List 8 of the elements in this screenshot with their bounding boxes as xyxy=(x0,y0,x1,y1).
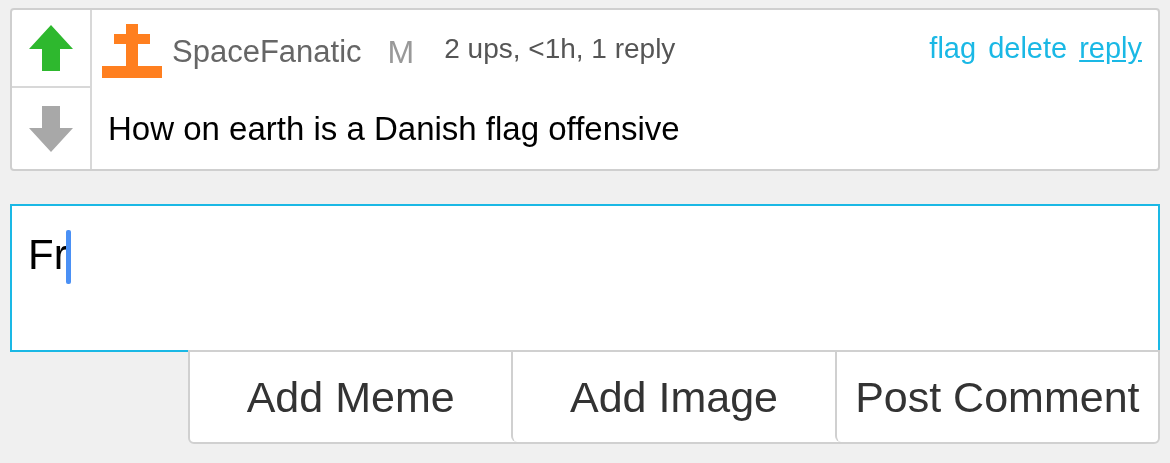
username[interactable]: SpaceFanatic xyxy=(172,28,362,76)
comment-field[interactable]: Fr xyxy=(10,204,1160,352)
comment-text: How on earth is a Danish flag offensive xyxy=(108,108,680,149)
up-arrow-icon[interactable] xyxy=(27,23,75,73)
text-caret-icon xyxy=(65,230,71,284)
comment-meta: 2 ups, <1h, 1 reply xyxy=(444,32,676,66)
user-rank-label: M xyxy=(387,33,415,72)
down-arrow-icon[interactable] xyxy=(27,103,75,154)
